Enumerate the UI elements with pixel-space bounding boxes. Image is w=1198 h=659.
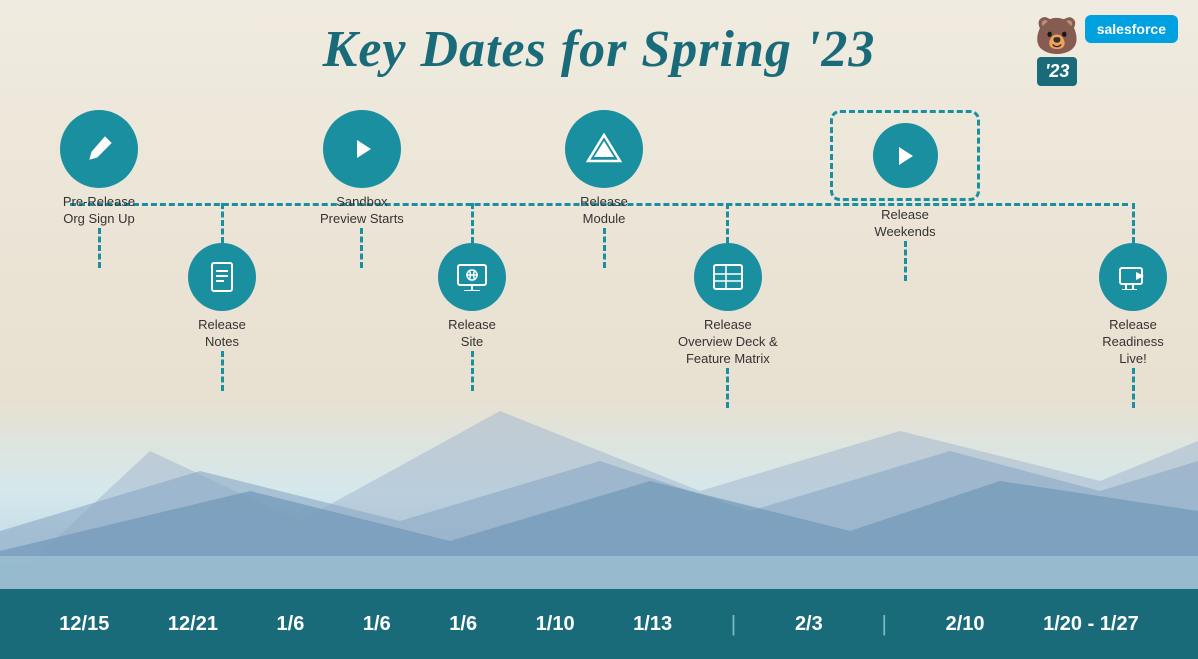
sandbox-preview-icon — [323, 110, 401, 188]
release-module-icon — [565, 110, 643, 188]
release-weekends-label: ReleaseWeekends — [874, 207, 935, 241]
milestone-release-overview: ReleaseOverview Deck &Feature Matrix — [678, 203, 778, 408]
milestone-pre-release: Pre-ReleaseOrg Sign Up — [60, 110, 138, 268]
site-connector-up — [471, 203, 474, 243]
release-weekends-icon — [873, 123, 938, 188]
date-23: 2/3 — [795, 613, 823, 636]
date-1221: 12/21 — [168, 613, 218, 636]
milestone-sandbox-preview: SandboxPreview Starts — [320, 110, 404, 268]
title-area: Key Dates for Spring '23 — [0, 20, 1198, 79]
year-badge: '23 — [1037, 57, 1077, 86]
milestone-release-site: ReleaseSite — [438, 203, 506, 391]
date-1215: 12/15 — [59, 613, 109, 636]
release-module-label: ReleaseModule — [580, 194, 628, 228]
logo-area: 🐻 '23 salesforce — [1035, 15, 1178, 86]
notes-connector-down — [221, 351, 224, 391]
date-sep-2: | — [881, 611, 887, 637]
site-connector-down — [471, 351, 474, 391]
release-readiness-icon — [1099, 243, 1167, 311]
bear-mascot-icon: 🐻 — [1035, 15, 1080, 57]
milestone-release-weekends: ReleaseWeekends — [830, 110, 980, 281]
module-connector — [603, 228, 606, 268]
sandbox-connector — [360, 228, 363, 268]
salesforce-logo: salesforce — [1085, 15, 1178, 43]
weekends-connector — [904, 241, 907, 281]
milestone-release-module: ReleaseModule — [565, 110, 643, 268]
release-overview-label: ReleaseOverview Deck &Feature Matrix — [678, 317, 778, 368]
pre-release-label: Pre-ReleaseOrg Sign Up — [63, 194, 135, 228]
date-120-127: 1/20 - 1/27 — [1043, 613, 1139, 636]
readiness-connector-down — [1132, 368, 1135, 408]
date-bar: 12/15 12/21 1/6 1/6 1/6 1/10 1/13 | 2/3 … — [0, 589, 1198, 659]
date-16-site: 1/6 — [363, 613, 391, 636]
release-site-icon — [438, 243, 506, 311]
timeline-area: Pre-ReleaseOrg Sign Up SandboxPreview St… — [30, 110, 1168, 560]
notes-connector-up — [221, 203, 224, 243]
release-overview-icon — [694, 243, 762, 311]
overview-connector-up — [726, 203, 729, 243]
readiness-connector-up — [1132, 203, 1135, 243]
pre-release-icon — [60, 110, 138, 188]
milestone-release-notes: ReleaseNotes — [188, 203, 256, 391]
date-210: 2/10 — [946, 613, 985, 636]
date-113: 1/13 — [633, 613, 672, 636]
release-notes-icon — [188, 243, 256, 311]
release-notes-label: ReleaseNotes — [198, 317, 246, 351]
overview-connector-down — [726, 368, 729, 408]
pre-release-connector — [98, 228, 101, 268]
date-16-sandbox: 1/6 — [277, 613, 305, 636]
date-sep-1: | — [731, 611, 737, 637]
release-site-label: ReleaseSite — [448, 317, 496, 351]
date-110: 1/10 — [536, 613, 575, 636]
date-16-module: 1/6 — [449, 613, 477, 636]
sandbox-preview-label: SandboxPreview Starts — [320, 194, 404, 228]
page-title: Key Dates for Spring '23 — [0, 20, 1198, 79]
milestone-release-readiness: Release ReadinessLive! — [1098, 203, 1168, 408]
release-readiness-label: Release ReadinessLive! — [1098, 317, 1168, 368]
